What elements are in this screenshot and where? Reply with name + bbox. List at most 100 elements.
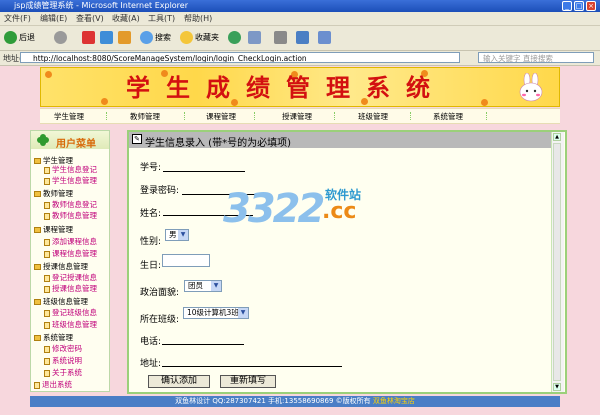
stop-icon — [82, 31, 95, 44]
toolbar-search-input[interactable]: 输入关键字 直接搜索 — [478, 52, 594, 63]
doc-icon — [44, 274, 50, 282]
gender-select[interactable]: 男 ▼ — [165, 229, 189, 241]
print-button[interactable] — [274, 30, 289, 46]
address-input[interactable]: http://localhost:8080/ScoreManageSystem/… — [20, 52, 460, 63]
student-no-input[interactable] — [163, 171, 245, 172]
doc-icon — [44, 321, 50, 329]
politics-select[interactable]: 团员 ▼ — [184, 280, 222, 292]
birthday-input[interactable] — [162, 254, 210, 267]
sidebar-item-student-register[interactable]: 学生信息登记 — [44, 165, 97, 174]
nav-teacher[interactable]: 教师管理 — [130, 111, 160, 122]
menu-file[interactable]: 文件(F) — [4, 13, 31, 24]
sidebar-item-teacher-manage[interactable]: 教师信息管理 — [44, 211, 97, 220]
menu-bar: 文件(F) 编辑(E) 查看(V) 收藏(A) 工具(T) 帮助(H) — [0, 12, 600, 26]
sidebar-item-teaching-manage[interactable]: 授课信息管理 — [44, 284, 97, 293]
nav-separator — [334, 112, 336, 120]
label-address: 地址: — [140, 359, 162, 369]
nav-separator — [486, 112, 488, 120]
nav-separator — [184, 112, 186, 120]
print-icon — [274, 31, 287, 44]
menu-help[interactable]: 帮助(H) — [184, 13, 212, 24]
home-icon — [118, 31, 131, 44]
mail-button[interactable] — [248, 30, 263, 46]
back-button[interactable]: 后退 — [4, 30, 35, 46]
home-button[interactable] — [118, 30, 133, 46]
address-input-field[interactable] — [162, 366, 342, 367]
nav-separator — [410, 112, 412, 120]
scrollbar-thumb[interactable] — [553, 143, 561, 381]
doc-icon — [44, 238, 50, 246]
sidebar-item-system-help[interactable]: 系统说明 — [44, 356, 82, 365]
search-button[interactable]: 搜索 — [140, 30, 171, 46]
messenger-button[interactable] — [318, 30, 333, 46]
refresh-icon — [100, 31, 113, 44]
sidebar-item-teacher-register[interactable]: 教师信息登记 — [44, 200, 97, 209]
sidebar-logout[interactable]: 退出系统 — [34, 380, 72, 389]
sidebar-group-student[interactable]: 学生管理 — [34, 156, 73, 165]
menu-favorites[interactable]: 收藏(A) — [112, 13, 140, 24]
footer: 双鱼林设计 QQ:287307421 手机:13558690869 ©版权所有 … — [30, 396, 560, 407]
doc-icon — [44, 369, 50, 377]
sidebar-item-class-manage[interactable]: 班级信息管理 — [44, 320, 97, 329]
scroll-up-arrow-icon[interactable]: ▲ — [553, 133, 561, 141]
doc-icon — [44, 309, 50, 317]
sidebar-item-student-manage[interactable]: 学生信息管理 — [44, 176, 97, 185]
menu-edit[interactable]: 编辑(E) — [40, 13, 67, 24]
minimize-button[interactable]: _ — [562, 1, 572, 11]
folder-icon — [34, 158, 41, 164]
browser-toolbar: 后退 搜索 收藏夹 — [0, 26, 600, 51]
label-student-no: 学号: — [140, 163, 162, 173]
phone-input[interactable] — [162, 344, 244, 345]
label-birthday: 生日: — [140, 261, 162, 271]
doc-icon — [44, 357, 50, 365]
class-select[interactable]: 10级计算机3班 ▼ — [183, 307, 249, 319]
edit-form-icon: ✎ — [132, 134, 142, 144]
label-password: 登录密码: — [140, 186, 180, 196]
sidebar-group-class[interactable]: 班级信息管理 — [34, 297, 88, 306]
nav-student[interactable]: 学生管理 — [54, 111, 84, 122]
menu-view[interactable]: 查看(V) — [76, 13, 104, 24]
doc-icon — [44, 250, 50, 258]
clover-icon — [37, 134, 49, 146]
history-button[interactable] — [228, 30, 243, 46]
nav-separator — [254, 112, 256, 120]
sidebar-item-teaching-register[interactable]: 登记授课信息 — [44, 273, 97, 282]
folder-icon — [34, 299, 41, 305]
close-window-button[interactable]: × — [586, 1, 596, 11]
banner-title: 学生成绩管理系统 — [126, 73, 446, 102]
maximize-button[interactable]: □ — [574, 1, 584, 11]
menu-tools[interactable]: 工具(T) — [148, 13, 175, 24]
sidebar-group-teacher[interactable]: 教师管理 — [34, 189, 73, 198]
doc-icon — [44, 285, 50, 293]
sidebar-group-course[interactable]: 课程管理 — [34, 225, 73, 234]
logout-icon — [34, 381, 40, 389]
window-title-bar: jsp成绩管理系统 - Microsoft Internet Explorer … — [0, 0, 600, 12]
submit-button[interactable]: 确认添加 — [148, 375, 210, 388]
reset-button[interactable]: 重新填写 — [220, 375, 276, 388]
label-class: 所在班级: — [140, 315, 180, 325]
sidebar-item-course-manage[interactable]: 课程信息管理 — [44, 249, 97, 258]
sidebar-item-course-add[interactable]: 添加课程信息 — [44, 237, 97, 246]
sidebar-group-teaching[interactable]: 授课信息管理 — [34, 262, 88, 271]
nav-system[interactable]: 系统管理 — [433, 111, 463, 122]
stop-button[interactable] — [82, 30, 97, 46]
watermark-domain: .cc — [322, 199, 357, 224]
window-title: jsp成绩管理系统 - Microsoft Internet Explorer — [14, 1, 189, 10]
sidebar-group-system[interactable]: 系统管理 — [34, 333, 73, 342]
nav-course[interactable]: 课程管理 — [206, 111, 236, 122]
sidebar-item-about[interactable]: 关于系统 — [44, 368, 82, 377]
chevron-down-icon: ▼ — [211, 281, 221, 291]
doc-icon — [44, 177, 50, 185]
forward-button[interactable] — [54, 30, 69, 46]
nav-class[interactable]: 班级管理 — [358, 111, 388, 122]
favorites-button[interactable]: 收藏夹 — [180, 30, 219, 46]
sidebar-item-change-password[interactable]: 修改密码 — [44, 344, 82, 353]
edit-page-button[interactable] — [296, 30, 311, 46]
scroll-down-arrow-icon[interactable]: ▼ — [553, 383, 561, 391]
refresh-button[interactable] — [100, 30, 115, 46]
sidebar-item-class-register[interactable]: 登记班级信息 — [44, 308, 97, 317]
watermark-digits: 3322 — [223, 186, 325, 232]
footer-link[interactable]: 双鱼林淘宝店 — [373, 397, 415, 405]
chevron-down-icon: ▼ — [178, 230, 188, 240]
nav-teaching[interactable]: 授课管理 — [282, 111, 312, 122]
